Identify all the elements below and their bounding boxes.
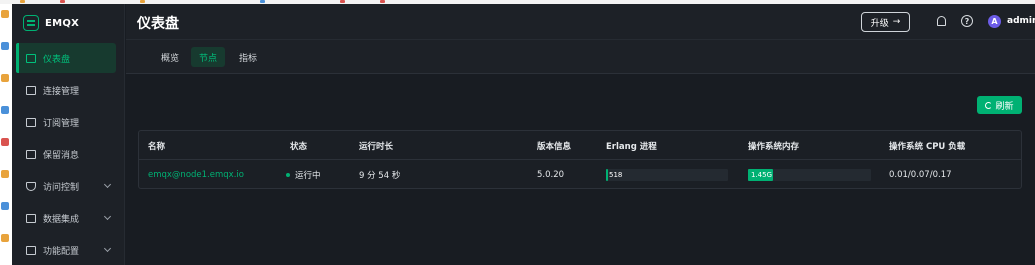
refresh-button[interactable]: 刷新 [977, 96, 1022, 114]
browser-tab-strip [0, 4, 12, 265]
refresh-icon [985, 101, 993, 109]
subscriptions-icon [26, 117, 36, 127]
avatar[interactable]: A [988, 15, 1001, 28]
column-header-version: 版本信息 [537, 141, 572, 152]
logo-text: EMQX [45, 17, 80, 29]
column-header-cpu-load: 操作系统 CPU 负载 [889, 141, 966, 152]
node-name-link[interactable]: emqx@node1.emqx.io [148, 160, 244, 189]
tab-metrics[interactable]: 指标 [231, 47, 265, 67]
bell-icon[interactable] [937, 16, 946, 26]
sidebar-item-access-control[interactable]: 访问控制 [16, 171, 116, 201]
sidebar-item-label: 功能配置 [43, 246, 80, 257]
bookmark-favicon-icon[interactable] [140, 0, 145, 3]
help-icon[interactable]: ? [961, 15, 973, 27]
nodes-table: 名称 状态 运行时长 版本信息 Erlang 进程 操作系统内存 操作系统 CP… [138, 130, 1022, 189]
logo[interactable]: EMQX [23, 14, 79, 32]
erlang-processes-value: 518 [609, 170, 623, 179]
sidebar: EMQX 仪表盘 连接管理 订阅管理 保留消息 访问控制 数据集成 功能配置 [12, 4, 125, 265]
sidebar-item-label: 保留消息 [43, 150, 80, 161]
tab-overview[interactable]: 概览 [153, 47, 187, 67]
arrow-right-icon: → [892, 17, 901, 27]
column-header-uptime: 运行时长 [359, 141, 394, 152]
tab-favicon-icon[interactable] [1, 138, 9, 146]
column-header-status: 状态 [290, 141, 308, 152]
node-status-text: 运行中 [295, 170, 321, 181]
tab-favicon-icon[interactable] [1, 202, 9, 210]
tab-favicon-icon[interactable] [1, 170, 9, 178]
sidebar-item-label: 订阅管理 [43, 118, 80, 129]
tab-favicon-icon[interactable] [1, 234, 9, 242]
app-window: EMQX 仪表盘 连接管理 订阅管理 保留消息 访问控制 数据集成 功能配置 仪… [12, 4, 1035, 265]
erlang-processes-cell: 518 [606, 160, 728, 189]
sidebar-item-subscriptions[interactable]: 订阅管理 [16, 107, 116, 137]
node-status: 运行中 [286, 160, 321, 189]
os-memory-value: 1.45G [751, 170, 773, 179]
erlang-processes-bar: 518 [606, 168, 728, 181]
os-memory-cell: 1.45G [748, 160, 871, 189]
tab-favicon-icon[interactable] [1, 10, 9, 18]
retained-icon [26, 149, 36, 159]
page-title: 仪表盘 [137, 16, 179, 32]
emqx-logo-icon [23, 15, 39, 31]
os-memory-bar: 1.45G [748, 168, 871, 181]
sidebar-item-label: 仪表盘 [43, 54, 71, 65]
username[interactable]: admin [1007, 16, 1035, 26]
sidebar-item-label: 访问控制 [43, 182, 80, 193]
upgrade-button-label: 升级 [870, 18, 889, 29]
chevron-down-icon [103, 180, 112, 189]
sidebar-item-connections[interactable]: 连接管理 [16, 75, 116, 105]
dashboard-icon [26, 53, 36, 63]
node-version: 5.0.20 [537, 169, 565, 180]
bookmark-favicon-icon[interactable] [380, 0, 385, 3]
upgrade-button[interactable]: 升级 → [861, 12, 910, 32]
table-header-row: 名称 状态 运行时长 版本信息 Erlang 进程 操作系统内存 操作系统 CP… [139, 131, 1021, 160]
bookmark-favicon-icon[interactable] [20, 0, 25, 3]
cpu-load-value: 0.01/0.07/0.17 [889, 169, 952, 180]
tab-favicon-icon[interactable] [1, 106, 9, 114]
refresh-button-label: 刷新 [995, 101, 1014, 112]
status-dot-icon [286, 172, 290, 177]
column-header-name: 名称 [148, 141, 166, 152]
bookmark-favicon-icon[interactable] [260, 0, 265, 3]
connections-icon [26, 85, 36, 95]
header: 仪表盘 升级 → ? A admin [126, 4, 1035, 40]
node-uptime: 9 分 54 秒 [359, 170, 401, 181]
bookmark-favicon-icon[interactable] [60, 0, 65, 3]
column-header-erlang-processes: Erlang 进程 [606, 141, 657, 152]
tab-favicon-icon[interactable] [1, 42, 9, 50]
sidebar-item-label: 连接管理 [43, 86, 80, 97]
table-row: emqx@node1.emqx.io 运行中 9 分 54 秒 5.0.20 5… [139, 160, 1021, 189]
sidebar-item-dashboard[interactable]: 仪表盘 [16, 43, 116, 73]
settings-icon [26, 245, 36, 255]
shield-icon [26, 181, 36, 191]
bookmark-favicon-icon[interactable] [340, 0, 345, 3]
sidebar-item-integration[interactable]: 数据集成 [16, 203, 116, 233]
column-header-os-memory: 操作系统内存 [748, 141, 800, 152]
chevron-down-icon [103, 244, 112, 253]
tabs-bar: 概览 节点 指标 [126, 40, 1035, 74]
sidebar-item-label: 数据集成 [43, 214, 80, 225]
tab-nodes[interactable]: 节点 [191, 47, 226, 67]
tab-favicon-icon[interactable] [1, 74, 9, 82]
erlang-processes-bar-fill [606, 168, 608, 181]
sidebar-item-retained[interactable]: 保留消息 [16, 139, 116, 169]
chevron-down-icon [103, 212, 112, 221]
sidebar-item-config[interactable]: 功能配置 [16, 235, 116, 265]
integration-icon [26, 213, 36, 223]
